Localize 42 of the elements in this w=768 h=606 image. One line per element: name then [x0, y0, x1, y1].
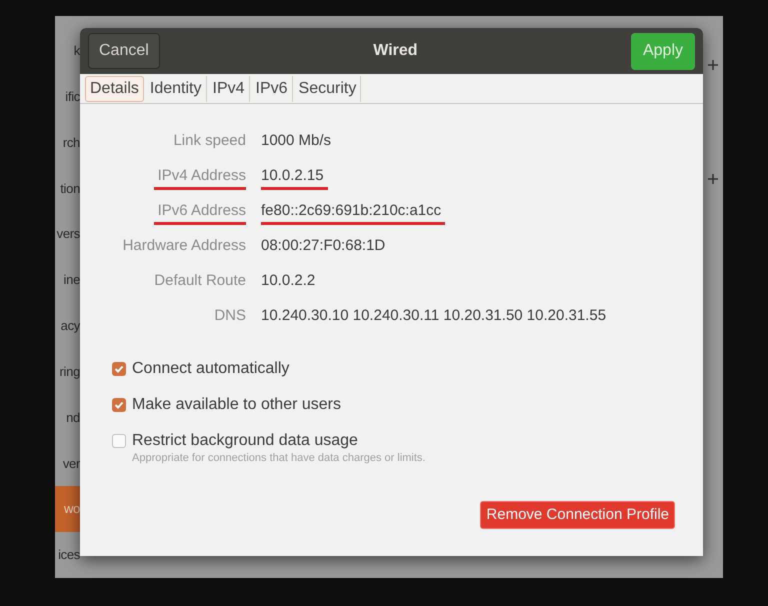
- sidebar-item[interactable]: ver: [55, 440, 80, 486]
- field-label: IPv4 Address: [154, 164, 246, 190]
- window-title: Wired: [373, 41, 418, 61]
- field-label: DNS: [214, 306, 246, 326]
- field-value: 08:00:27:F0:68:1D: [261, 236, 386, 256]
- tab[interactable]: Security: [294, 76, 362, 102]
- sidebar-item[interactable]: rch: [55, 120, 80, 166]
- sidebar-item[interactable]: ring: [55, 348, 80, 395]
- field-value: 10.0.2.15: [261, 164, 328, 190]
- remove-button[interactable]: Remove Connection Profile: [480, 501, 675, 529]
- sidebar-item[interactable]: k: [55, 28, 80, 74]
- hint-text: Appropriate for connections that have data charges or limits.: [132, 452, 426, 465]
- plus-icon[interactable]: [708, 174, 718, 184]
- sidebar-item[interactable]: ific: [55, 74, 80, 120]
- field-label: IPv6 Address: [154, 199, 246, 225]
- apply-button[interactable]: Apply: [630, 32, 695, 70]
- sidebar-item[interactable]: ine: [55, 257, 80, 303]
- cancel-button[interactable]: Cancel: [88, 33, 160, 69]
- tab[interactable]: Details: [85, 76, 144, 102]
- tab[interactable]: Identity: [146, 76, 206, 102]
- field-value: 10.0.2.2: [261, 271, 316, 291]
- field-value: 10.240.30.10 10.240.30.11 10.20.31.50 10.20.31.55: [261, 306, 606, 326]
- field-label: Link speed: [173, 131, 246, 151]
- sidebar-item[interactable]: ices: [55, 532, 80, 578]
- sidebar-item[interactable]: vers: [55, 211, 80, 258]
- checkbox[interactable]: [112, 362, 126, 376]
- field-value: 1000 Mb/s: [261, 131, 332, 151]
- checkbox[interactable]: [112, 398, 126, 412]
- tab[interactable]: IPv4: [208, 76, 250, 102]
- field-value: fe80::2c69:691b:210c:a1cc: [261, 199, 446, 225]
- checkbox-label: Connect automatically: [132, 359, 290, 379]
- sidebar-item[interactable]: nd: [55, 394, 80, 440]
- sidebar-item[interactable]: wo: [55, 486, 80, 532]
- checkbox-label: Make available to other users: [132, 395, 341, 415]
- checkbox[interactable]: [112, 434, 126, 448]
- plus-icon[interactable]: [708, 60, 718, 70]
- sidebar-item[interactable]: tion: [55, 165, 80, 212]
- checkbox-label: Restrict background data usage: [132, 431, 359, 451]
- sidebar-item[interactable]: acy: [55, 302, 80, 349]
- tab[interactable]: IPv6: [252, 76, 293, 102]
- field-label: Default Route: [154, 271, 246, 291]
- field-label: Hardware Address: [122, 236, 246, 256]
